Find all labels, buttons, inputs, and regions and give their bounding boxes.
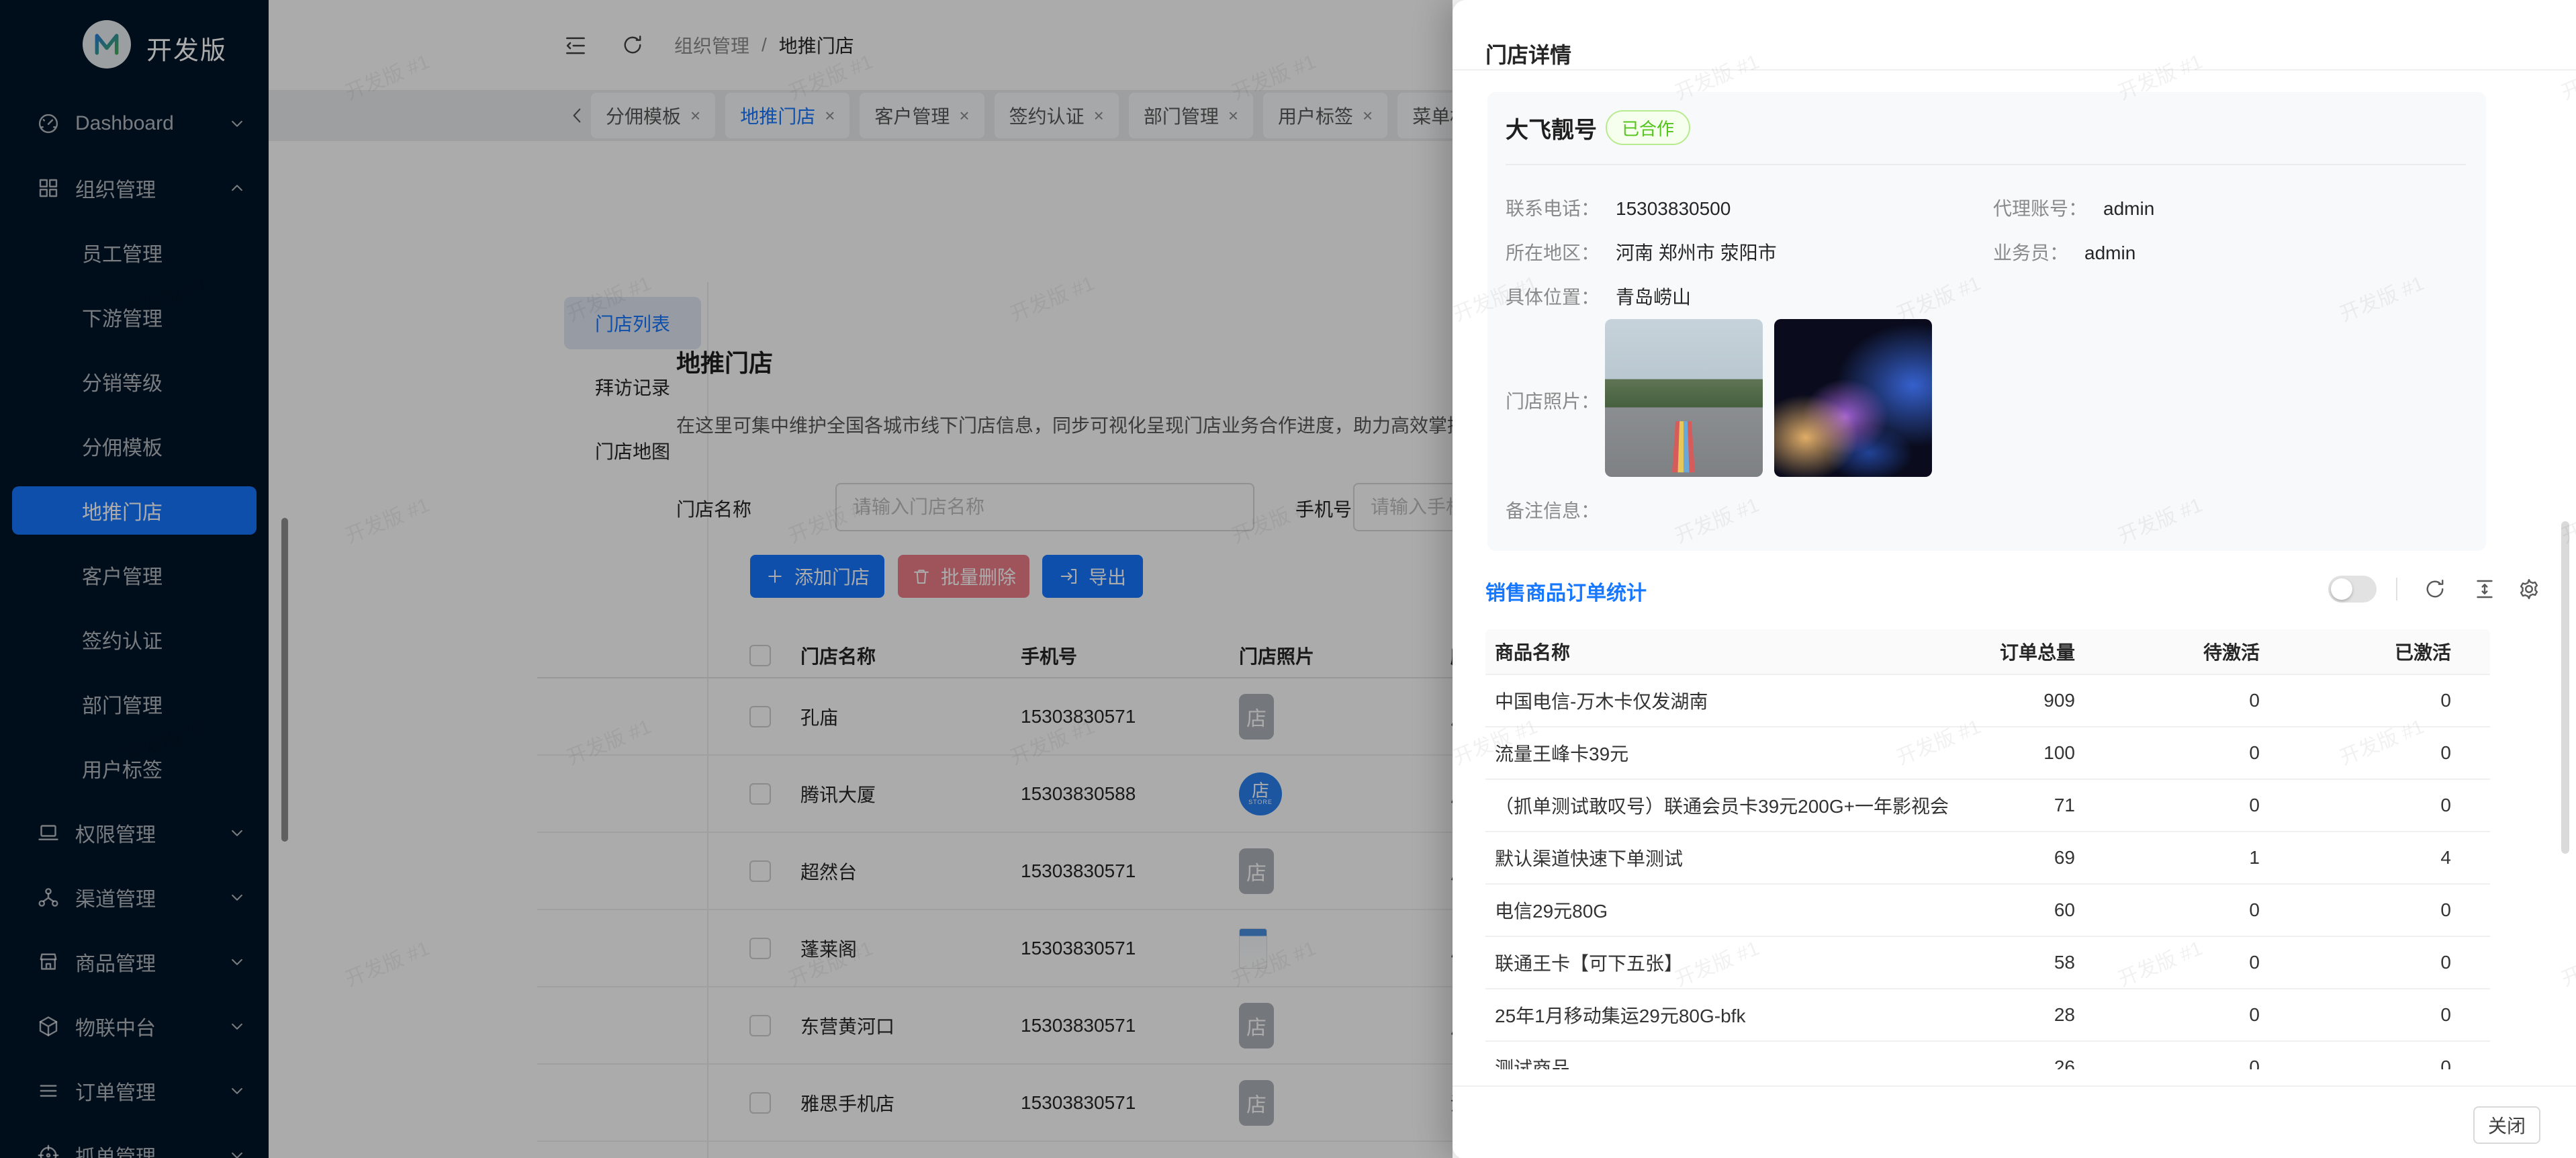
stats-table-body: 中国电信-万木卡仅发湖南 909 0 0 流量王峰卡39元 100 0 0 （抓单测试敢叹号）联… — [1485, 674, 2490, 1069]
store-photo-road[interactable] — [1605, 319, 1763, 477]
stats-cell-product: 电信29元80G — [1495, 901, 1608, 922]
store-detail-drawer: 门店详情 大飞靓号 已合作 联系电话： 15303830500 代理账号： admi… — [1453, 0, 2576, 1158]
stats-cell-value: 0 — [2249, 899, 2260, 920]
store-photo-night[interactable] — [1774, 319, 1932, 477]
field-agent-account: 代理账号： admin — [1993, 198, 2155, 219]
app-window: 开发版 Dashboard 组织管理 员工管理 下游管理 分销等级 分佣模板 地推门店 客户管… — [0, 0, 2576, 1158]
store-name: 大飞靓号 — [1506, 118, 1597, 143]
stats-row: 默认渠道快速下单测试 69 1 4 — [1485, 831, 2490, 883]
stats-row: 联通王卡【可下五张】 58 0 0 — [1485, 936, 2490, 988]
drawer-header-divider — [1453, 69, 2576, 71]
stats-cell-value: 0 — [2249, 742, 2260, 763]
field-region: 所在地区： 河南 郑州市 荥阳市 — [1506, 242, 1777, 263]
stats-cell-value: 0 — [2249, 795, 2260, 815]
stats-cell-value: 0 — [2440, 899, 2451, 920]
stats-cell-value: 60 — [2054, 899, 2075, 920]
stats-row: 测试商品 26 0 0 — [1485, 1040, 2490, 1069]
stats-cell-value: 26 — [2054, 1057, 2075, 1069]
stats-cell-value: 0 — [2249, 690, 2260, 711]
stats-cell-product: 流量王峰卡39元 — [1495, 744, 1629, 764]
drawer-title: 门店详情 — [1485, 42, 1572, 67]
field-salesman: 业务员： admin — [1993, 242, 2136, 263]
stats-cell-value: 0 — [2249, 952, 2260, 973]
stats-cell-value: 28 — [2054, 1004, 2075, 1025]
stats-cell-value: 0 — [2440, 690, 2451, 711]
stats-cell-product: 默认渠道快速下单测试 — [1495, 848, 1684, 869]
card-divider — [1506, 164, 2466, 165]
refresh-icon[interactable] — [2423, 577, 2447, 601]
close-button[interactable]: 关闭 — [2473, 1106, 2540, 1144]
stats-cell-value: 58 — [2054, 952, 2075, 973]
column-height-icon[interactable] — [2473, 577, 2497, 601]
stats-cell-value: 0 — [2440, 1004, 2451, 1025]
drawer-footer: 关闭 — [1453, 1085, 2576, 1158]
field-location: 具体位置： 青岛崂山 — [1506, 287, 1692, 308]
stats-column-header-已激活: 已激活 — [2394, 642, 2451, 663]
stats-row: （抓单测试敢叹号）联通会员卡39元200G+一年影视会 71 0 0 — [1485, 778, 2490, 831]
settings-gear-icon[interactable] — [2517, 577, 2541, 601]
stats-row: 25年1月移动集运29元80G-bfk 28 0 0 — [1485, 988, 2490, 1040]
stats-row: 流量王峰卡39元 100 0 0 — [1485, 726, 2490, 778]
stats-cell-value: 0 — [2440, 1057, 2451, 1069]
stats-cell-value: 0 — [2440, 795, 2451, 815]
stats-row: 中国电信-万木卡仅发湖南 909 0 0 — [1485, 674, 2490, 726]
stats-cell-value: 1 — [2249, 847, 2260, 868]
stats-toggle-switch[interactable] — [2328, 576, 2377, 603]
stats-cell-value: 0 — [2249, 1057, 2260, 1069]
stats-cell-value: 0 — [2440, 742, 2451, 763]
status-badge: 已合作 — [1606, 110, 1691, 145]
drawer-scrollbar-thumb[interactable] — [2561, 521, 2569, 854]
stats-cell-value: 0 — [2249, 1004, 2260, 1025]
stats-table: 商品名称 订单总量 待激活 已激活 中国电信-万木卡仅发湖南 909 0 0 流量王峰卡39元… — [1485, 629, 2490, 1069]
field-remark: 备注信息： — [1506, 500, 1600, 521]
stats-section-title[interactable]: 销售商品订单统计 — [1485, 576, 1647, 606]
stats-cell-value: 4 — [2440, 847, 2451, 868]
stats-cell-product: 测试商品 — [1495, 1058, 1571, 1069]
stats-cell-product: 联通王卡【可下五张】 — [1495, 953, 1684, 974]
stats-cell-value: 100 — [2043, 742, 2075, 763]
stats-cell-product: （抓单测试敢叹号）联通会员卡39元200G+一年影视会 — [1495, 796, 1949, 817]
stats-column-header-订单总量: 订单总量 — [1999, 642, 2075, 663]
stats-cell-value: 69 — [2054, 847, 2075, 868]
stats-cell-value: 71 — [2054, 795, 2075, 815]
controls-divider — [2396, 578, 2397, 600]
stats-cell-value: 909 — [2043, 690, 2075, 711]
stats-table-header: 商品名称 订单总量 待激活 已激活 — [1485, 629, 2490, 674]
stats-column-header-商品名称: 商品名称 — [1495, 642, 1571, 663]
stats-cell-product: 中国电信-万木卡仅发湖南 — [1495, 691, 1708, 712]
stats-cell-product: 25年1月移动集运29元80G-bfk — [1495, 1006, 1746, 1026]
stats-row: 电信29元80G 60 0 0 — [1485, 883, 2490, 936]
stats-column-header-待激活: 待激活 — [2203, 642, 2260, 663]
field-photos-label: 门店照片： — [1506, 391, 1600, 412]
stats-cell-value: 0 — [2440, 952, 2451, 973]
field-contact-phone: 联系电话： 15303830500 — [1506, 198, 1731, 219]
drawer-mask[interactable] — [0, 0, 1453, 1158]
